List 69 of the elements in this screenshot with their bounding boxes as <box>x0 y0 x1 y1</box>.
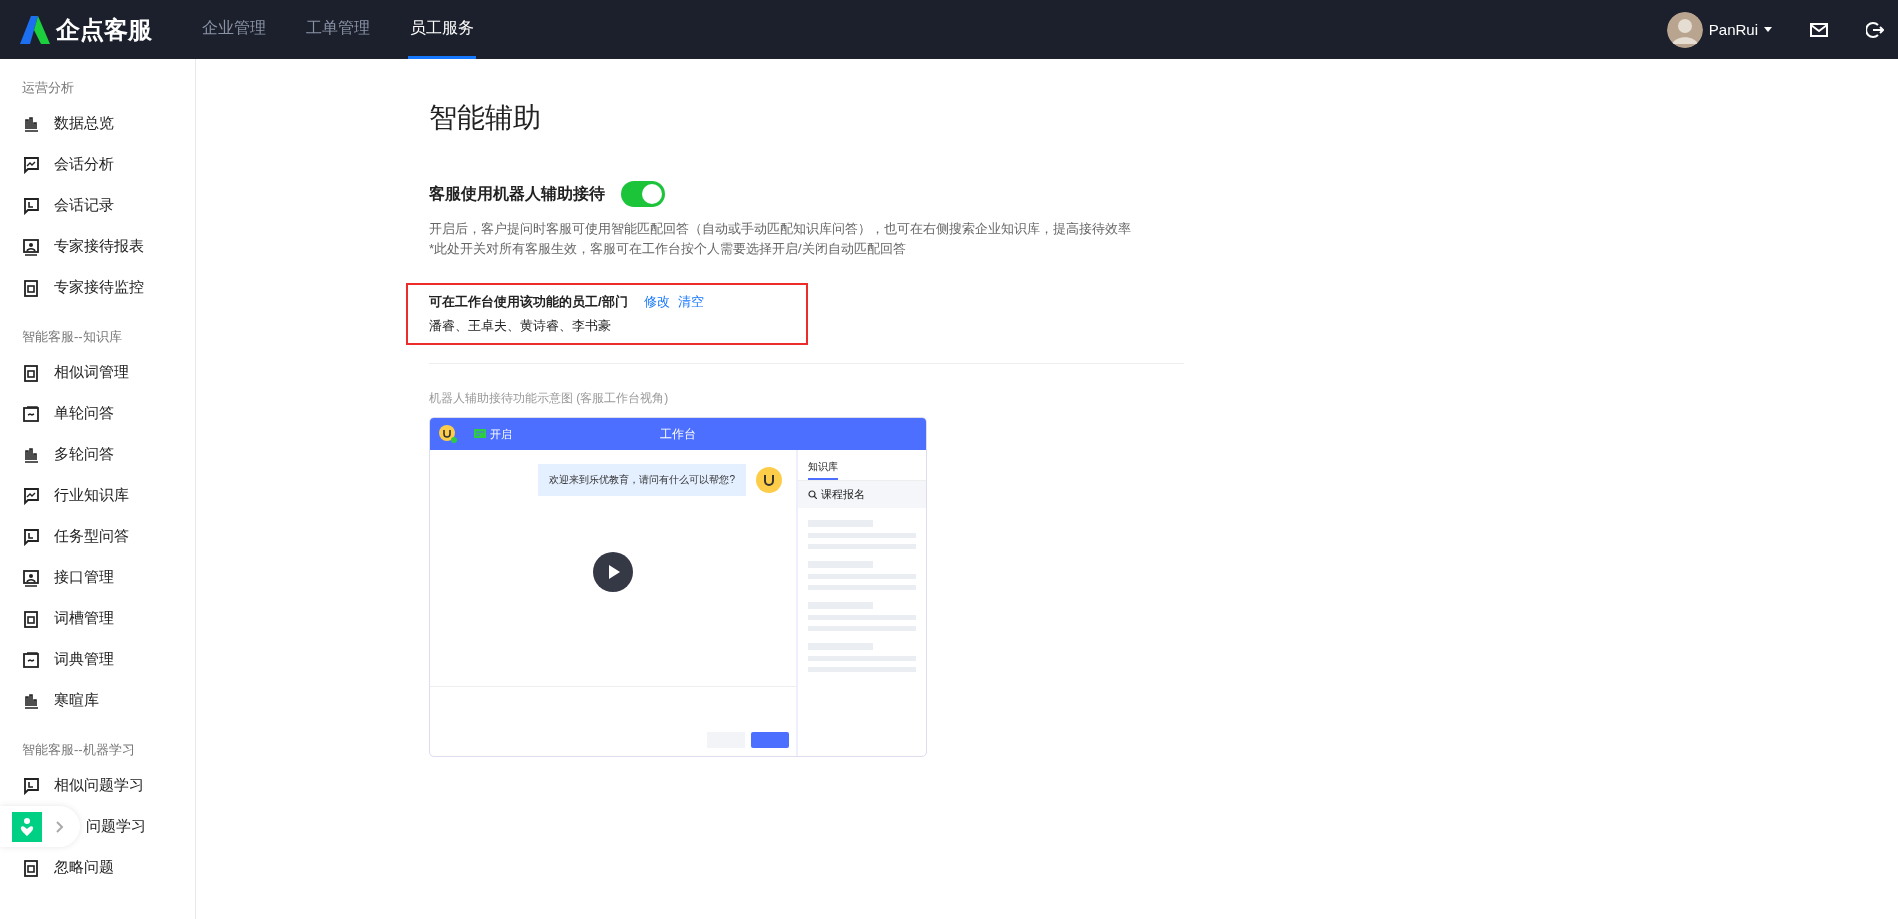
assistant-icon <box>12 811 42 842</box>
caret-icon <box>1764 27 1772 32</box>
menu-item-icon <box>22 691 40 710</box>
menu-item-icon <box>22 858 40 877</box>
sidebar-item[interactable]: 数据总览 <box>22 103 114 144</box>
play-button[interactable] <box>593 552 633 592</box>
description-text: *此处开关对所有客服生效，客服可在工作台按个人需要选择开启/关闭自动匹配回答 <box>429 240 907 258</box>
menu-item-icon <box>22 486 40 505</box>
member-list: 潘睿、王卓夫、黄诗睿、李书豪 <box>429 317 785 335</box>
toggle-switch[interactable] <box>621 181 665 207</box>
sidebar-item[interactable]: 多轮问答 <box>22 434 114 475</box>
nav-tab[interactable]: 员工服务 <box>408 0 476 59</box>
logo-icon <box>20 15 50 44</box>
user-menu[interactable]: PanRui <box>1708 21 1758 38</box>
menu-item-icon <box>22 776 40 795</box>
chevron-right-icon <box>56 820 64 833</box>
sidebar-item[interactable]: 问题学习 <box>86 806 146 847</box>
menu-item-icon <box>22 114 40 133</box>
page-title: 智能辅助 <box>429 101 542 135</box>
menu-item-icon <box>22 196 40 215</box>
scope-label: 可在工作台使用该功能的员工/部门 <box>429 293 628 311</box>
nav-tab[interactable]: 企业管理 <box>200 0 268 59</box>
menu-item-icon <box>22 278 40 297</box>
menu-item-icon <box>22 155 40 174</box>
sidebar-item[interactable]: 相似词管理 <box>22 352 129 393</box>
sidebar-item[interactable]: 接口管理 <box>22 557 114 598</box>
menu-item-icon <box>22 609 40 628</box>
brand-name: 企点客服 <box>56 14 152 45</box>
sidebar-item[interactable]: 任务型问答 <box>22 516 129 557</box>
sidebar-item[interactable]: 相似问题学习 <box>22 765 144 806</box>
menu-item-icon <box>22 404 40 423</box>
section-heading: 运营分析 <box>22 79 75 97</box>
logout-icon[interactable] <box>1866 20 1884 39</box>
agent-avatar-icon <box>438 424 458 444</box>
description-text: 开启后，客户提问时客服可使用智能匹配回答（自动或手动匹配知识库问答），也可在右侧搜索企业知识库，提高接待效率 <box>429 220 1132 238</box>
menu-item-icon <box>22 363 40 382</box>
sidebar-item[interactable]: 专家接待报表 <box>22 226 144 267</box>
sidebar-item[interactable]: 专家接待监控 <box>22 267 144 308</box>
menu-item-icon <box>22 568 40 587</box>
status-label: 开启 <box>490 426 512 442</box>
section-heading: 智能客服--机器学习 <box>22 741 136 759</box>
sidebar-item[interactable]: 词典管理 <box>22 639 114 680</box>
sidebar-item[interactable]: 词槽管理 <box>22 598 114 639</box>
sidebar-item[interactable]: 单轮问答 <box>22 393 114 434</box>
demo-preview[interactable]: 开启 工作台 欢迎来到乐优教育，请问有什么可以帮您? 知识库 课程报名 <box>429 417 927 757</box>
search-field[interactable]: 课程报名 <box>798 481 926 508</box>
sidebar-item[interactable]: 会话分析 <box>22 144 114 185</box>
sidebar-item[interactable]: 寒暄库 <box>22 680 99 721</box>
sidebar-item[interactable]: 忽略问题 <box>22 847 114 888</box>
demo-caption: 机器人辅助接待功能示意图 (客服工作台视角) <box>429 390 670 407</box>
action-link[interactable]: 清空 <box>677 293 704 311</box>
mail-icon[interactable] <box>1810 22 1828 37</box>
menu-item-icon <box>22 445 40 464</box>
search-icon <box>808 490 817 499</box>
nav-tab[interactable]: 工单管理 <box>304 0 372 59</box>
chat-bubble: 欢迎来到乐优教育，请问有什么可以帮您? <box>538 464 746 496</box>
action-link[interactable]: 修改 <box>643 293 670 311</box>
avatar[interactable] <box>1666 11 1703 48</box>
setting-label: 客服使用机器人辅助接待 <box>429 183 605 204</box>
section-heading: 智能客服--知识库 <box>22 328 123 346</box>
sidebar-item[interactable]: 行业知识库 <box>22 475 129 516</box>
send-button-placeholder <box>751 732 789 748</box>
sidebar-item[interactable]: 会话记录 <box>22 185 114 226</box>
demo-title: 工作台 <box>659 425 697 443</box>
menu-item-icon <box>22 527 40 546</box>
menu-item-icon <box>22 237 40 256</box>
menu-item-icon <box>22 650 40 669</box>
chat-status-icon <box>474 429 486 439</box>
bot-avatar-icon <box>756 467 782 493</box>
